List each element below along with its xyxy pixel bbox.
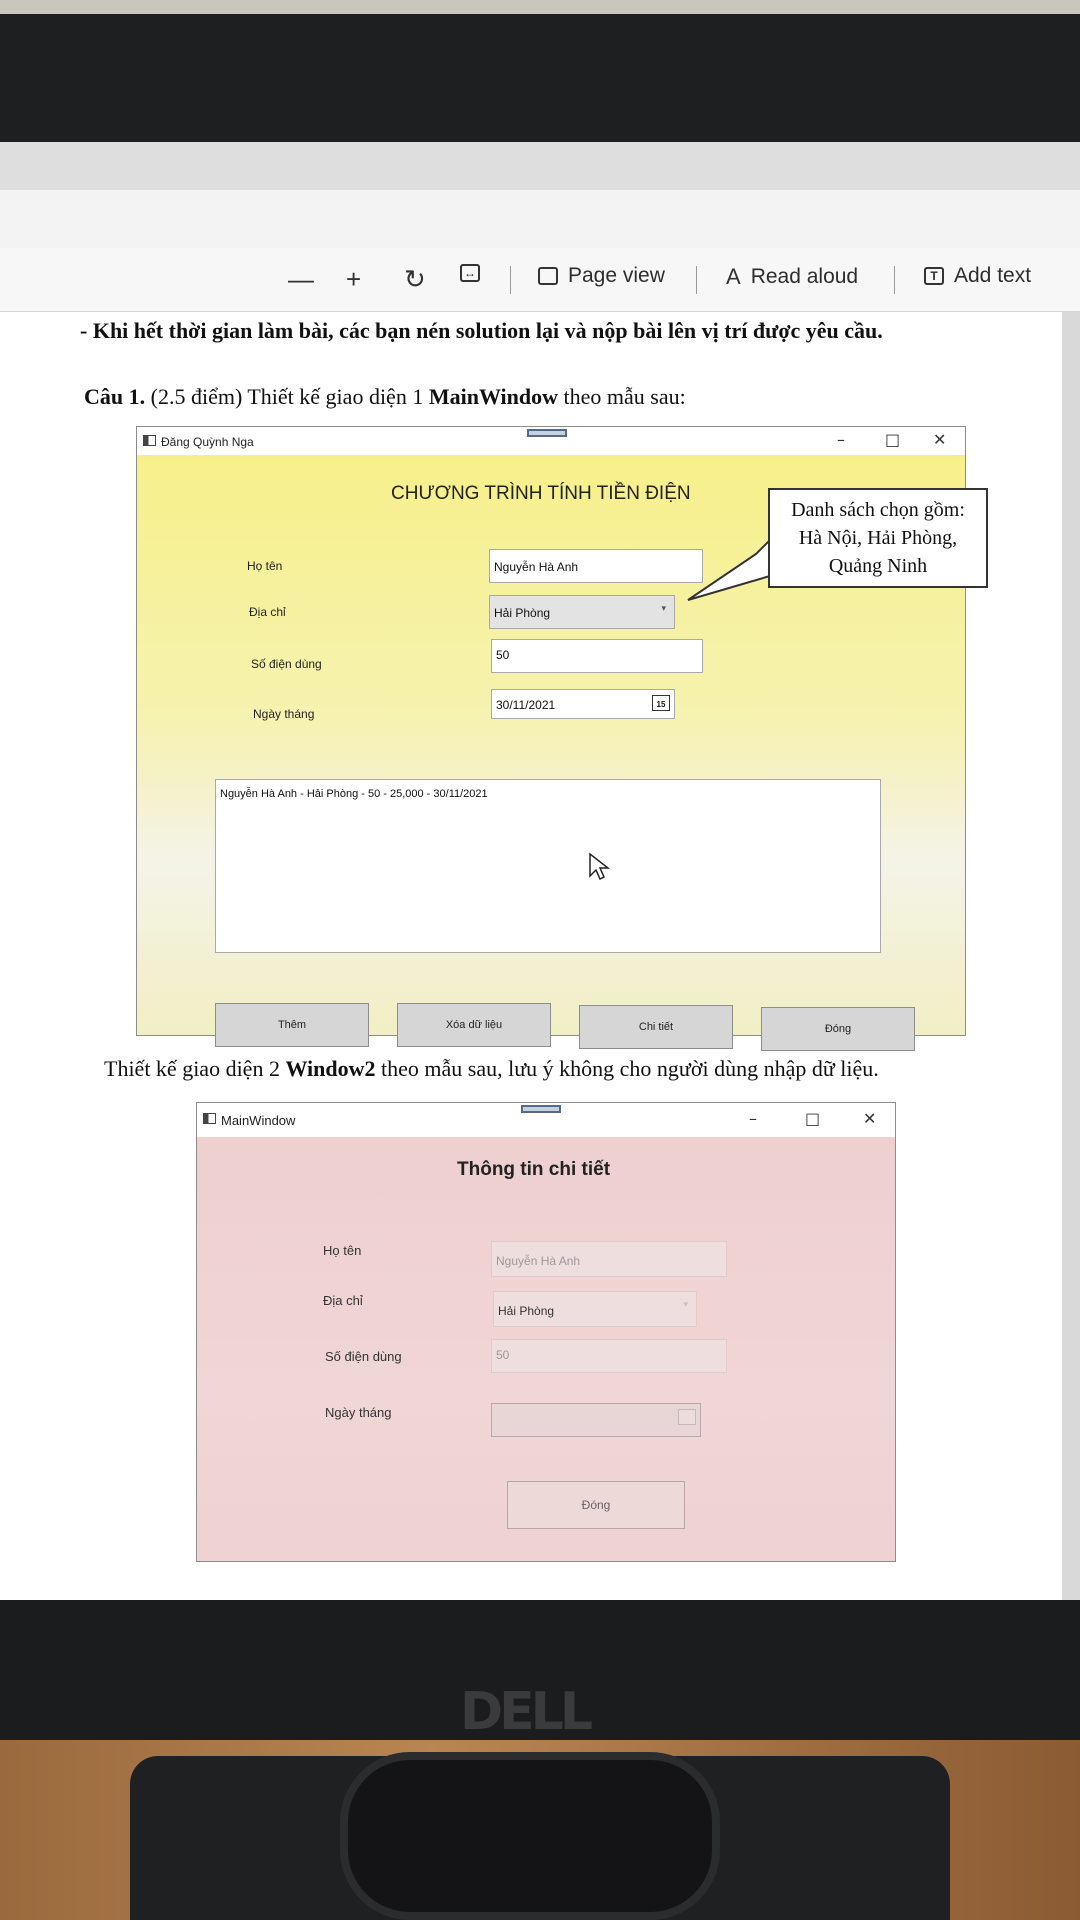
window1-heading: CHƯƠNG TRÌNH TÍNH TIỀN ĐIỆN bbox=[391, 483, 691, 504]
question-number: Câu 1. bbox=[84, 384, 146, 409]
window1-title: Đăng Quỳnh Nga bbox=[161, 435, 254, 449]
datepicker-ngay[interactable]: 30/11/2021 15 bbox=[491, 689, 675, 719]
pdf-page-margin bbox=[1062, 312, 1080, 1612]
combo-dia-chi-value: Hải Phòng bbox=[498, 1304, 555, 1318]
input-so-dien[interactable]: 50 bbox=[491, 639, 703, 673]
question-suffix: theo mẫu sau: bbox=[558, 384, 686, 409]
read-aloud-label: Read aloud bbox=[750, 265, 859, 288]
zoom-out-button[interactable]: — bbox=[288, 264, 314, 295]
add-text-icon: T bbox=[924, 267, 944, 285]
add-text-button[interactable]: T Add text bbox=[924, 264, 1031, 288]
label-ho-ten: Họ tên bbox=[323, 1243, 362, 1258]
question-text: (2.5 điểm) Thiết kế giao diện 1 bbox=[145, 384, 429, 409]
zoom-in-button[interactable]: + bbox=[346, 264, 361, 295]
read-aloud-button[interactable]: A Read aloud bbox=[726, 264, 858, 290]
question-bold-term: MainWindow bbox=[428, 384, 559, 409]
disabled-combo-dia-chi: Hải Phòng ▾ bbox=[493, 1291, 697, 1327]
label-dia-chi: Địa chỉ bbox=[323, 1293, 363, 1308]
doc-instruction-line: - Khi hết thời gian làm bài, các bạn nén… bbox=[80, 318, 883, 343]
instruction-prefix: Thiết kế giao diện 2 bbox=[104, 1056, 286, 1081]
mouse-cursor-icon bbox=[589, 852, 610, 881]
minus-icon: — bbox=[288, 264, 314, 294]
window2-titlebar: MainWindow – □ ✕ bbox=[197, 1103, 895, 1137]
instruction-suffix: theo mẫu sau, lưu ý không cho người dùng… bbox=[375, 1056, 879, 1081]
disabled-datepicker bbox=[491, 1403, 701, 1437]
rotate-icon: ↻ bbox=[404, 264, 426, 294]
fit-width-icon: ↔ bbox=[460, 264, 480, 282]
app-icon bbox=[203, 1113, 216, 1124]
label-ngay-thang: Ngày tháng bbox=[325, 1405, 392, 1420]
readonly-so-dien: 50 bbox=[491, 1339, 727, 1373]
read-aloud-icon: A bbox=[726, 264, 741, 289]
window2-body: Thông tin chi tiết Họ tên Nguyễn Hà Anh … bbox=[197, 1137, 895, 1561]
calendar-icon bbox=[678, 1409, 696, 1425]
doc-question-1: Câu 1. (2.5 điểm) Thiết kế giao diện 1 M… bbox=[84, 384, 686, 410]
chevron-down-icon: ▾ bbox=[661, 603, 666, 613]
label-ngay-thang: Ngày tháng bbox=[253, 707, 315, 721]
callout-line-3: Quảng Ninh bbox=[828, 555, 928, 577]
toolbar-divider bbox=[696, 266, 697, 294]
chi-tiet-button[interactable]: Chi tiết bbox=[579, 1005, 733, 1049]
label-so-dien: Số điện dùng bbox=[251, 657, 322, 671]
input-ho-ten[interactable]: Nguyễn Hà Anh bbox=[489, 549, 703, 583]
monitor-top-bezel bbox=[0, 14, 1080, 142]
dong-button[interactable]: Đóng bbox=[761, 1007, 915, 1051]
monitor-brand-logo: DELL bbox=[460, 1682, 593, 1742]
browser-tab-strip bbox=[0, 190, 1080, 248]
browser-header bbox=[0, 142, 1080, 190]
label-so-dien: Số điện dùng bbox=[325, 1349, 402, 1364]
monitor-stand-cutout bbox=[340, 1752, 720, 1920]
list-item[interactable]: Nguyễn Hà Anh - Hải Phòng - 50 - 25,000 … bbox=[220, 788, 876, 800]
rotate-button[interactable]: ↻ bbox=[404, 264, 426, 295]
datepicker-value: 30/11/2021 bbox=[496, 698, 556, 712]
close-icon[interactable]: ✕ bbox=[933, 430, 946, 449]
listbox-records[interactable]: Nguyễn Hà Anh - Hải Phòng - 50 - 25,000 … bbox=[215, 779, 881, 953]
dong-button[interactable]: Đóng bbox=[507, 1481, 685, 1529]
page-view-icon bbox=[538, 267, 558, 285]
plus-icon: + bbox=[346, 264, 362, 294]
window2-heading: Thông tin chi tiết bbox=[457, 1159, 611, 1180]
label-ho-ten: Họ tên bbox=[247, 559, 283, 573]
window2-mock: MainWindow – □ ✕ Thông tin chi tiết Họ t… bbox=[196, 1102, 896, 1562]
pdf-toolbar: — + ↻ ↔ Page view A Read aloud T Add tex… bbox=[0, 248, 1080, 312]
maximize-icon[interactable]: □ bbox=[885, 430, 900, 449]
readonly-ho-ten: Nguyễn Hà Anh bbox=[491, 1241, 727, 1277]
page-view-label: Page view bbox=[568, 264, 665, 287]
window1-titlebar: Đăng Quỳnh Nga – □ ✕ bbox=[137, 427, 965, 455]
doc-window2-instruction: Thiết kế giao diện 2 Window2 theo mẫu sa… bbox=[104, 1056, 879, 1082]
label-dia-chi: Địa chỉ bbox=[249, 605, 286, 619]
callout-box: Danh sách chọn gồm: Hà Nội, Hải Phòng, Q… bbox=[768, 488, 988, 588]
toolbar-divider bbox=[510, 266, 511, 294]
add-text-label: Add text bbox=[954, 264, 1032, 287]
xoa-du-lieu-button[interactable]: Xóa dữ liệu bbox=[397, 1003, 551, 1047]
calendar-icon[interactable]: 15 bbox=[652, 695, 670, 711]
toolbar-divider bbox=[894, 266, 895, 294]
callout-line-1: Danh sách chọn gồm: bbox=[791, 499, 965, 521]
close-icon[interactable]: ✕ bbox=[863, 1109, 876, 1128]
chevron-down-icon: ▾ bbox=[683, 1299, 688, 1309]
fit-width-button[interactable]: ↔ bbox=[460, 264, 480, 282]
page-view-button[interactable]: Page view bbox=[538, 264, 665, 288]
minimize-icon[interactable]: – bbox=[837, 430, 845, 449]
combo-dia-chi-value: Hải Phòng bbox=[494, 606, 551, 620]
window2-title: MainWindow bbox=[221, 1113, 296, 1128]
wall-background bbox=[0, 0, 1080, 14]
drag-grip-icon bbox=[527, 429, 567, 437]
minimize-icon[interactable]: – bbox=[749, 1109, 757, 1128]
callout-line-2: Hà Nội, Hải Phòng, bbox=[798, 527, 958, 549]
them-button[interactable]: Thêm bbox=[215, 1003, 369, 1047]
drag-grip-icon bbox=[521, 1105, 561, 1113]
instruction-bold-term: Window2 bbox=[285, 1056, 376, 1081]
app-icon bbox=[143, 435, 156, 446]
combo-dia-chi[interactable]: Hải Phòng ▾ bbox=[489, 595, 675, 629]
maximize-icon[interactable]: □ bbox=[805, 1109, 820, 1128]
